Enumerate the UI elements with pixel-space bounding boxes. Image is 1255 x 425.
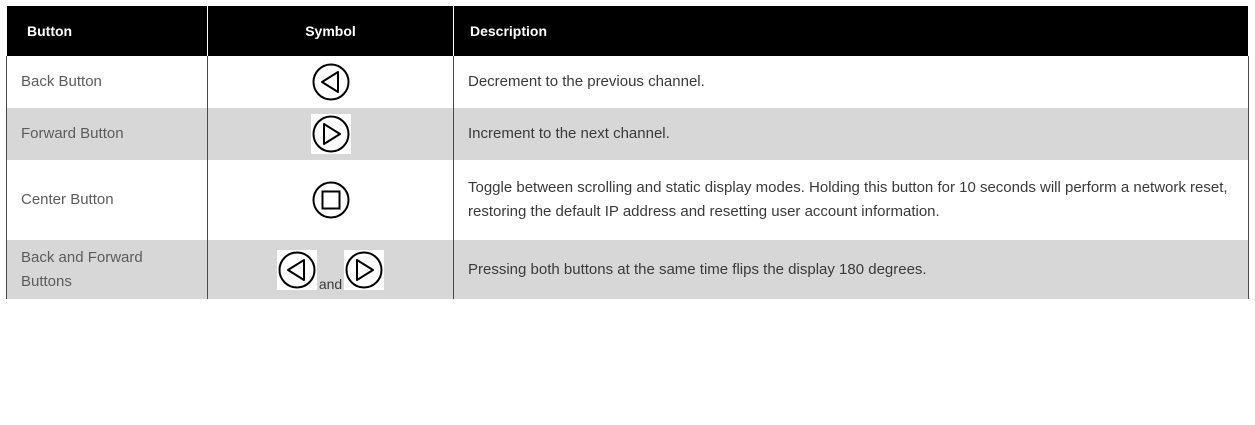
symbol-cell: [207, 108, 454, 160]
table-row: Forward Button Increment to the next cha…: [6, 108, 1249, 160]
and-joiner: and: [318, 275, 343, 292]
back-triangle-icon: [276, 249, 317, 290]
table-row: Center Button Toggle between scrolling a…: [6, 160, 1249, 240]
forward-triangle-icon: [310, 114, 351, 154]
table-row: Back and Forward Buttons and Pressing bo…: [6, 240, 1249, 299]
button-reference-table: Button Symbol Description Back Button De…: [6, 6, 1249, 299]
center-square-icon: [310, 180, 351, 220]
button-name-cell: Back and Forward Buttons: [6, 240, 208, 299]
symbol-cell: [207, 56, 454, 108]
forward-triangle-icon: [344, 249, 385, 290]
header-description: Description: [453, 6, 1249, 56]
description-cell: Decrement to the previous channel.: [453, 56, 1249, 108]
description-cell: Pressing both buttons at the same time f…: [453, 240, 1249, 299]
table-header-row: Button Symbol Description: [6, 6, 1249, 56]
button-name-cell: Forward Button: [6, 108, 208, 160]
symbol-cell: [207, 160, 454, 240]
description-cell: Toggle between scrolling and static disp…: [453, 160, 1249, 240]
symbol-cell: and: [207, 240, 454, 299]
button-name-cell: Center Button: [6, 160, 208, 240]
table-row: Back Button Decrement to the previous ch…: [6, 56, 1249, 108]
button-name-cell: Back Button: [6, 56, 208, 108]
back-triangle-icon: [310, 62, 351, 102]
description-cell: Increment to the next channel.: [453, 108, 1249, 160]
header-symbol: Symbol: [207, 6, 454, 56]
header-button: Button: [6, 6, 208, 56]
